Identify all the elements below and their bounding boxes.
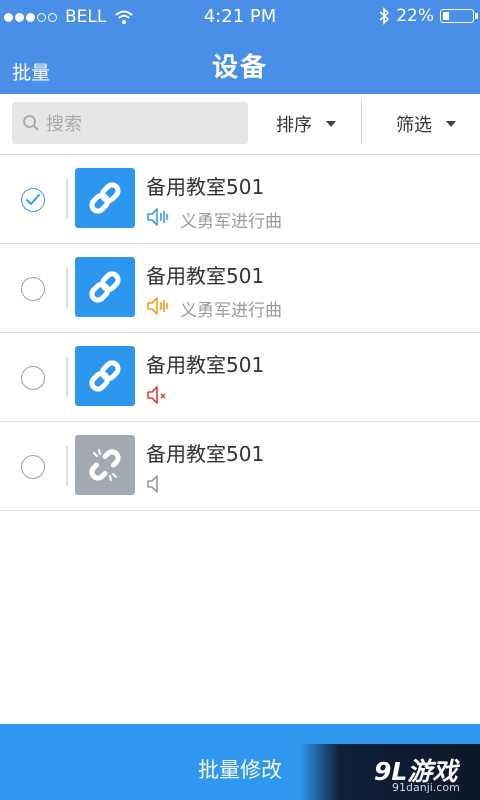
device-status: 义勇军进行曲 — [146, 206, 282, 232]
search-input[interactable]: 搜索 — [12, 102, 248, 144]
mute-icon — [146, 384, 172, 410]
device-name: 备用教室501 — [146, 353, 265, 377]
device-name: 备用教室501 — [146, 264, 265, 288]
toolbar-divider — [361, 100, 362, 144]
device-row[interactable]: 备用教室501 义勇军进行曲 — [0, 155, 480, 244]
chevron-down-icon — [446, 121, 456, 127]
row-divider — [66, 357, 68, 397]
device-name: 备用教室501 — [146, 442, 265, 466]
toolbar: 搜索 排序 筛选 — [0, 94, 480, 155]
device-status — [146, 384, 172, 410]
bluetooth-icon — [379, 7, 390, 25]
radio-unchecked-icon[interactable] — [21, 277, 45, 301]
row-divider — [66, 268, 68, 308]
search-placeholder: 搜索 — [46, 114, 82, 135]
speaker-icon — [146, 473, 172, 499]
broken-link-icon — [75, 435, 135, 495]
device-row[interactable]: 备用教室501 — [0, 333, 480, 422]
device-name: 备用教室501 — [146, 175, 265, 199]
row-divider — [66, 446, 68, 486]
watermark-site: 91danji.com — [392, 781, 460, 794]
filter-dropdown[interactable]: 筛选 — [396, 111, 456, 137]
battery-percent: 22% — [396, 6, 434, 26]
page-title: 设备 — [211, 53, 268, 83]
track-name: 义勇军进行曲 — [180, 211, 282, 232]
device-status — [146, 473, 172, 499]
device-list: 备用教室501 义勇军进行曲 备用教室501 义勇军进行曲 备用教室501 备用教室501 — [0, 155, 480, 511]
radio-checked-icon[interactable] — [21, 188, 45, 212]
device-row[interactable]: 备用教室501 义勇军进行曲 — [0, 244, 480, 333]
link-icon — [75, 346, 135, 406]
sort-label: 排序 — [276, 115, 312, 136]
row-divider — [66, 179, 68, 219]
link-icon — [75, 168, 135, 228]
radio-unchecked-icon[interactable] — [21, 455, 45, 479]
device-status: 义勇军进行曲 — [146, 295, 282, 321]
speaker-icon — [146, 206, 172, 232]
search-icon — [23, 115, 39, 131]
track-name: 义勇军进行曲 — [180, 300, 282, 321]
battery-icon — [440, 9, 478, 23]
radio-unchecked-icon[interactable] — [21, 366, 45, 390]
filter-label: 筛选 — [396, 115, 432, 136]
app-header: BELL 4:21 PM 22% 批量 设备 — [0, 0, 480, 94]
sort-dropdown[interactable]: 排序 — [276, 111, 336, 137]
link-icon — [75, 257, 135, 317]
speaker-icon — [146, 295, 172, 321]
chevron-down-icon — [326, 121, 336, 127]
status-bar: BELL 4:21 PM 22% — [0, 0, 480, 34]
device-row[interactable]: 备用教室501 — [0, 422, 480, 511]
